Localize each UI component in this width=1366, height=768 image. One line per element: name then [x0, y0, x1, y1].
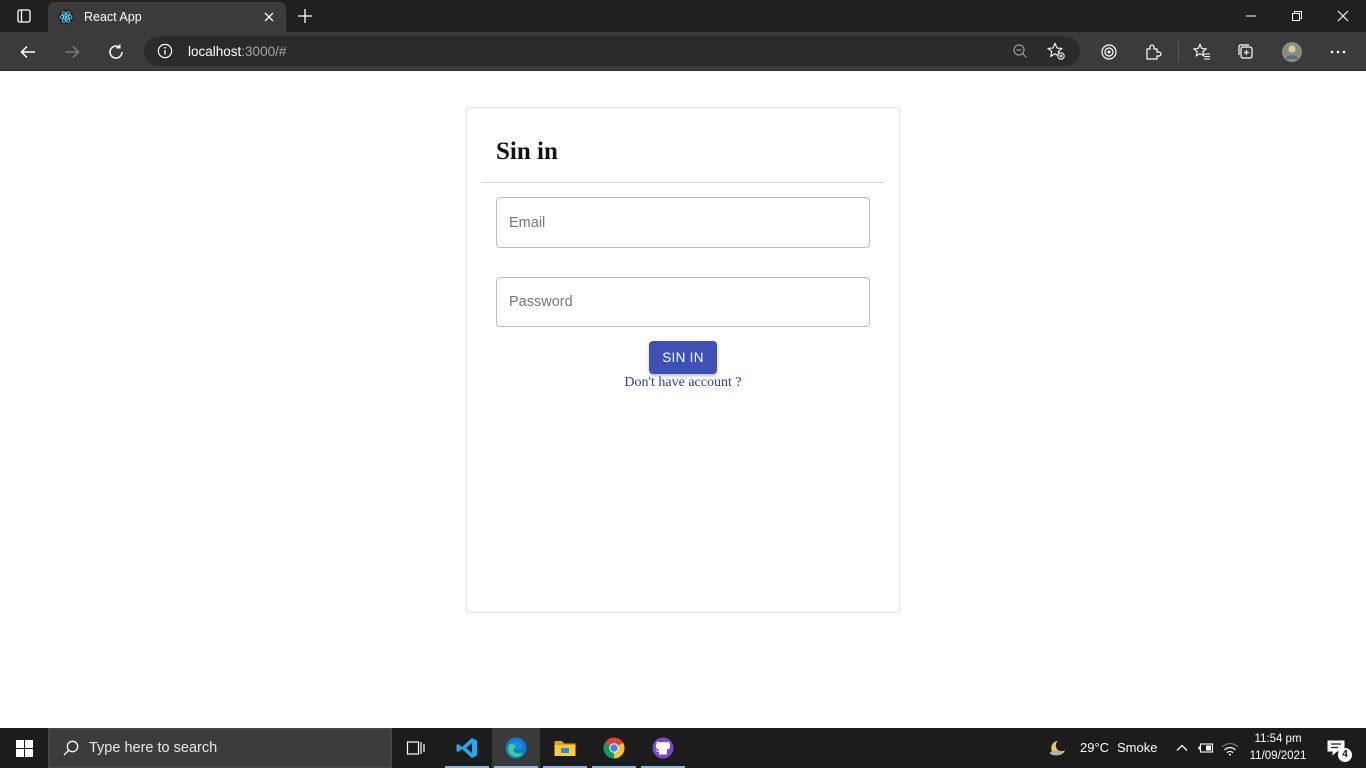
email-input[interactable] [496, 197, 870, 248]
minimize-icon [1246, 15, 1256, 17]
back-button[interactable] [12, 36, 44, 68]
windows-logo-icon [15, 739, 33, 757]
address-bar[interactable]: localhost:3000/# [144, 36, 1080, 66]
file-explorer-icon[interactable] [541, 728, 589, 768]
browser-tab[interactable]: React App [48, 2, 286, 32]
vscode-icon[interactable] [443, 728, 491, 768]
close-window-button[interactable] [1320, 0, 1366, 32]
collections-icon[interactable] [1232, 38, 1260, 66]
signin-button[interactable]: SIN IN [649, 341, 717, 374]
browser-toolbar: localhost:3000/# [0, 32, 1366, 71]
new-tab-button[interactable] [292, 4, 318, 28]
add-favorite-icon[interactable] [1038, 39, 1074, 63]
notification-center-button[interactable]: 4 [1316, 728, 1356, 768]
forward-arrow-icon [65, 45, 80, 59]
tab-title: React App [84, 10, 142, 24]
back-arrow-icon [20, 45, 35, 59]
system-clock[interactable]: 11:54 pm 11/09/2021 [1244, 731, 1312, 765]
github-desktop-icon[interactable] [639, 728, 687, 768]
restore-icon [1292, 11, 1302, 21]
info-icon[interactable] [156, 42, 174, 60]
notification-badge: 4 [1338, 748, 1352, 762]
signin-title: Sin in [496, 138, 558, 165]
chrome-icon[interactable] [590, 728, 638, 768]
signup-link[interactable]: Don't have account ? [467, 375, 899, 391]
more-options-icon[interactable] [1324, 38, 1352, 66]
restore-button[interactable] [1274, 0, 1320, 32]
task-view-icon[interactable] [392, 728, 440, 768]
tab-actions-icon [17, 9, 31, 23]
page-content: Sin in SIN IN Don't have account ? [0, 72, 1366, 728]
search-icon [61, 738, 81, 758]
tracking-prevention-icon[interactable] [1095, 38, 1123, 66]
url-text[interactable]: localhost:3000/# [188, 44, 286, 59]
minimize-button[interactable] [1228, 0, 1274, 32]
refresh-icon [109, 44, 123, 59]
forward-button[interactable] [56, 36, 88, 68]
taskbar-search-box[interactable]: Type here to search [48, 728, 392, 768]
edge-icon[interactable] [492, 728, 540, 768]
react-icon [58, 9, 74, 25]
toolbar-separator [1178, 42, 1179, 60]
start-button[interactable] [0, 728, 48, 768]
browser-titlebar: React App [0, 0, 1366, 32]
clock-date: 11/09/2021 [1249, 750, 1307, 762]
windows-taskbar: Type here to search 29°C Smoke 11:54 pm … [0, 728, 1366, 768]
title-divider [481, 182, 885, 183]
weather-moon-icon[interactable] [1048, 738, 1068, 758]
close-icon [1337, 10, 1349, 22]
close-icon [264, 12, 274, 22]
wifi-icon[interactable] [1220, 738, 1240, 758]
weather-condition[interactable]: Smoke [1117, 740, 1157, 755]
weather-temp[interactable]: 29°C [1080, 740, 1109, 755]
refresh-button[interactable] [100, 36, 132, 68]
tab-close-button[interactable] [258, 6, 280, 28]
favorites-icon[interactable] [1188, 38, 1216, 66]
extensions-icon[interactable] [1139, 38, 1167, 66]
tab-actions-button[interactable] [6, 4, 42, 28]
plus-icon [298, 9, 312, 23]
url-host: localhost [188, 43, 242, 59]
battery-icon[interactable] [1196, 738, 1216, 758]
zoom-out-icon[interactable] [1002, 39, 1038, 63]
password-input[interactable] [496, 277, 870, 327]
url-path: :3000/# [241, 43, 287, 59]
clock-time: 11:54 pm [1254, 733, 1302, 745]
profile-avatar[interactable] [1278, 38, 1306, 66]
search-placeholder: Type here to search [89, 740, 218, 756]
chevron-up-icon[interactable] [1172, 738, 1192, 758]
signin-card: Sin in SIN IN Don't have account ? [466, 107, 900, 613]
